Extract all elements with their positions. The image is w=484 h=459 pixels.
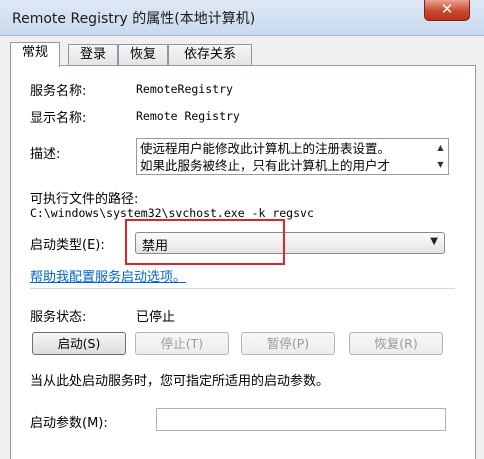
service-name-value: RemoteRegistry — [136, 82, 233, 96]
tab-dependencies[interactable]: 依存关系 — [168, 44, 252, 66]
description-scrollbar[interactable]: ▲ ▼ — [433, 139, 448, 174]
tab-logon[interactable]: 登录 — [68, 44, 118, 66]
chevron-down-icon[interactable]: ▼ — [430, 236, 438, 247]
exe-path-label: 可执行文件的路径: — [30, 192, 139, 207]
startup-type-label: 启动类型(E): — [30, 238, 105, 253]
display-name-label: 显示名称: — [30, 111, 87, 126]
description-box[interactable]: 使远程用户能修改此计算机上的注册表设置。 如果此服务被终止，只有此计算机上的用户… — [136, 138, 449, 175]
exe-path-value: C:\windows\system32\svchost.exe -k regsv… — [30, 206, 314, 220]
status-value: 已停止 — [136, 310, 176, 325]
pause-button[interactable]: 暂停(P) — [241, 332, 335, 355]
tab-general[interactable]: 常规 — [10, 42, 60, 67]
close-icon[interactable]: ✕ — [441, 0, 454, 18]
start-button[interactable]: 启动(S) — [32, 332, 126, 355]
stop-button[interactable]: 停止(T) — [135, 332, 229, 355]
description-text: 使远程用户能修改此计算机上的注册表设置。 如果此服务被终止，只有此计算机上的用户… — [140, 140, 430, 174]
status-label: 服务状态: — [30, 310, 87, 325]
start-note: 当从此处启动服务时，您可指定所适用的启动参数。 — [30, 374, 330, 389]
separator — [30, 288, 455, 289]
scroll-down-icon[interactable]: ▼ — [433, 156, 448, 173]
display-name-value: Remote Registry — [136, 109, 240, 123]
description-line-1: 使远程用户能修改此计算机上的注册表设置。 — [140, 141, 391, 156]
tab-recovery[interactable]: 恢复 — [118, 44, 168, 66]
startup-type-highlight — [125, 219, 285, 265]
close-button[interactable]: ✕ — [424, 0, 470, 21]
description-line-2: 如果此服务被终止，只有此计算机上的用户才 — [140, 158, 391, 173]
scroll-up-icon[interactable]: ▲ — [433, 139, 448, 156]
title-bar[interactable]: Remote Registry 的属性(本地计算机) ✕ — [0, 0, 484, 36]
resume-button[interactable]: 恢复(R) — [349, 332, 443, 355]
help-link[interactable]: 帮助我配置服务启动选项。 — [30, 266, 186, 285]
window-title: Remote Registry 的属性(本地计算机) — [12, 11, 256, 27]
service-name-label: 服务名称: — [30, 84, 87, 99]
start-params-label: 启动参数(M): — [30, 416, 108, 431]
start-params-input[interactable] — [156, 408, 446, 431]
description-label: 描述: — [30, 147, 61, 162]
